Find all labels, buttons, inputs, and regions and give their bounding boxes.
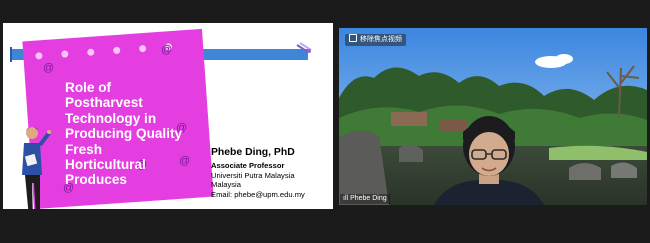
swirl-icon: @: [161, 44, 173, 56]
presenter-info: Phebe Ding, PhD Associate Professor Univ…: [211, 147, 305, 199]
title-line: Fresh: [65, 141, 103, 157]
presenter-position: Associate Professor: [211, 161, 285, 170]
camera-feed: [339, 28, 647, 205]
note-hole: [61, 50, 69, 58]
note-hole: [138, 44, 147, 53]
slide-title: Role of Postharvest Technology in Produc…: [65, 80, 205, 188]
title-line: Producing Quality: [65, 126, 183, 142]
note-hole: [35, 52, 43, 60]
participant-name: Phebe Ding: [350, 195, 387, 202]
title-line: Produces: [65, 172, 127, 188]
note-hole: [87, 48, 95, 56]
title-line: Horticultural: [65, 156, 146, 172]
presenter-name: Phebe Ding, PhD: [211, 147, 295, 158]
swirl-icon: @: [43, 62, 55, 74]
remove-spotlight-button[interactable]: 移除焦点视频: [345, 34, 406, 46]
shared-slide: @ @ @ @ @ @ Role of Postharvest Technolo…: [3, 23, 333, 209]
video-tile[interactable]: 移除焦点视频 ıll Phebe Ding: [339, 28, 647, 205]
title-line: Postharvest: [65, 95, 143, 111]
title-line: Role of: [65, 80, 112, 95]
paperclip-icon: [296, 42, 312, 53]
presenter-institution: Universiti Putra Malaysia: [211, 170, 295, 180]
presenter-email: Email: phebe@upm.edu.my: [211, 189, 305, 199]
teacher-illustration: [22, 127, 51, 209]
signal-bars-icon: ıll: [343, 195, 349, 202]
remove-spotlight-label: 移除焦点视频: [360, 36, 402, 43]
presenter-country: Malaysia: [211, 180, 241, 190]
slide-stripe-tick: [10, 47, 12, 62]
note-hole: [112, 46, 121, 55]
title-line: Technology in: [65, 110, 157, 126]
participant-name-tag: ıll Phebe Ding: [340, 194, 390, 204]
spotlight-icon: [349, 34, 357, 42]
